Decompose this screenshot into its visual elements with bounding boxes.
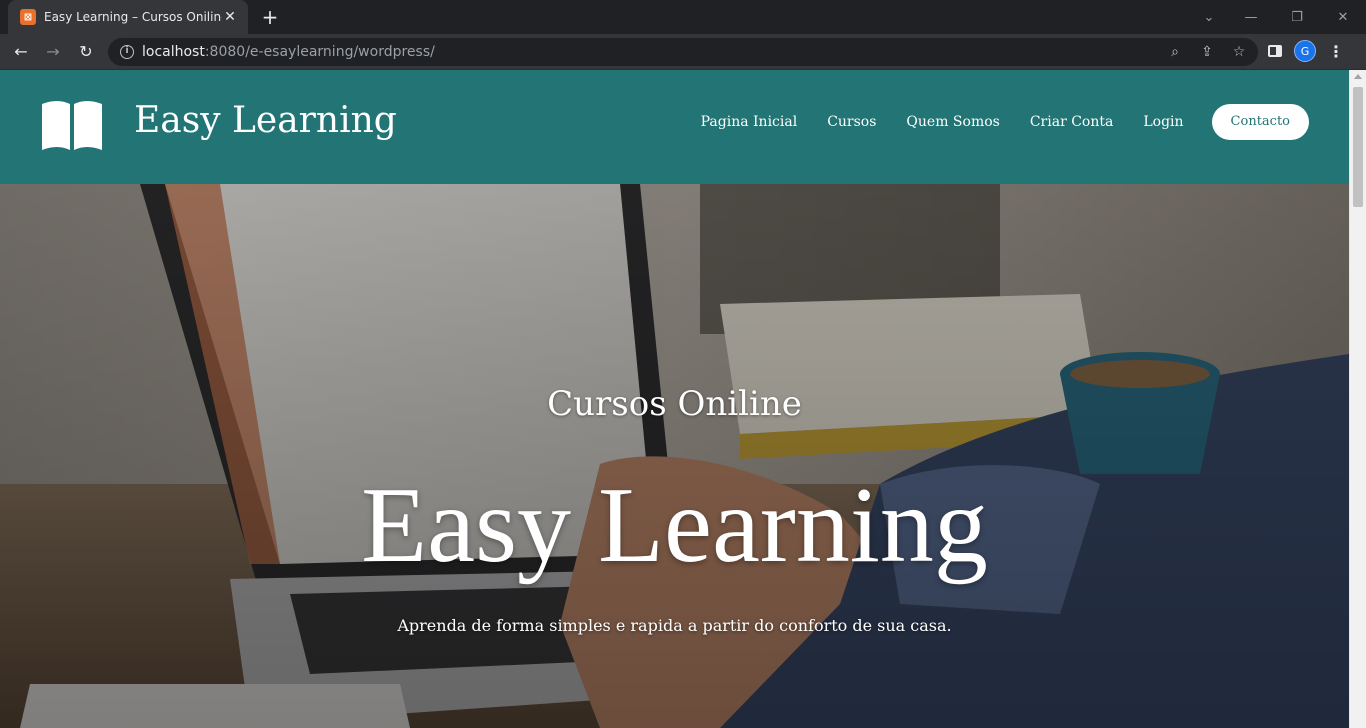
browser-tab-bar: ⊠ Easy Learning – Cursos Oniline ✕ + ⌄ —… [0, 0, 1366, 34]
contact-button[interactable]: Contacto [1211, 104, 1309, 140]
forward-button[interactable]: → [41, 40, 65, 64]
xampp-icon: ⊠ [20, 9, 36, 25]
nav-quem-somos[interactable]: Quem Somos [906, 104, 999, 140]
hero-section: Cursos Oniline Easy Learning Aprenda de … [0, 184, 1349, 728]
site-title[interactable]: Easy Learning [134, 100, 397, 141]
minimize-button[interactable]: — [1228, 10, 1274, 25]
zoom-icon[interactable]: ⌕ [1166, 42, 1184, 62]
site-info-icon[interactable]: i [120, 45, 134, 59]
site-header: Easy Learning Pagina Inicial Cursos Quem… [0, 70, 1349, 184]
browser-toolbar: ← → ↻ i localhost:8080/e-esaylearning/wo… [0, 34, 1366, 70]
back-button[interactable]: ← [9, 40, 33, 64]
scroll-up-arrow-icon[interactable] [1354, 74, 1362, 79]
address-bar[interactable]: i localhost:8080/e-esaylearning/wordpres… [108, 38, 1258, 66]
hero-title: Easy Learning [361, 466, 988, 585]
tab-title: Easy Learning – Cursos Oniline [44, 10, 222, 24]
main-nav: Pagina Inicial Cursos Quem Somos Criar C… [671, 104, 1309, 140]
new-tab-button[interactable]: + [258, 5, 282, 29]
nav-cursos[interactable]: Cursos [827, 104, 876, 140]
hero-text: Cursos Oniline Easy Learning Aprenda de … [0, 184, 1349, 728]
browser-menu-icon[interactable]: ⋮ [1328, 42, 1344, 61]
url-path: :8080/e-esaylearning/wordpress/ [204, 44, 435, 60]
share-icon[interactable]: ⇪ [1198, 42, 1216, 62]
url-host: localhost [142, 44, 205, 60]
nav-login[interactable]: Login [1143, 104, 1183, 140]
hero-subtitle: Aprenda de forma simples e rapida a part… [397, 616, 952, 635]
bookmark-star-icon[interactable]: ☆ [1230, 42, 1248, 62]
nav-pagina-inicial[interactable]: Pagina Inicial [701, 104, 798, 140]
scroll-thumb[interactable] [1353, 87, 1363, 207]
nav-criar-conta[interactable]: Criar Conta [1030, 104, 1114, 140]
side-panel-icon[interactable] [1268, 45, 1282, 57]
profile-avatar[interactable]: G [1294, 40, 1316, 62]
window-controls: ⌄ — ❐ ✕ [1190, 0, 1366, 34]
restore-button[interactable]: ❐ [1274, 10, 1320, 25]
close-window-button[interactable]: ✕ [1320, 10, 1366, 25]
book-logo-icon[interactable] [40, 100, 104, 152]
page-scrollbar[interactable] [1349, 70, 1366, 728]
tab-search-icon[interactable]: ⌄ [1190, 10, 1228, 25]
page-viewport: Easy Learning Pagina Inicial Cursos Quem… [0, 70, 1366, 728]
close-tab-icon[interactable]: ✕ [222, 9, 238, 25]
reload-button[interactable]: ↻ [74, 40, 98, 64]
hero-pretitle: Cursos Oniline [547, 384, 802, 424]
browser-tab[interactable]: ⊠ Easy Learning – Cursos Oniline ✕ [8, 0, 248, 34]
